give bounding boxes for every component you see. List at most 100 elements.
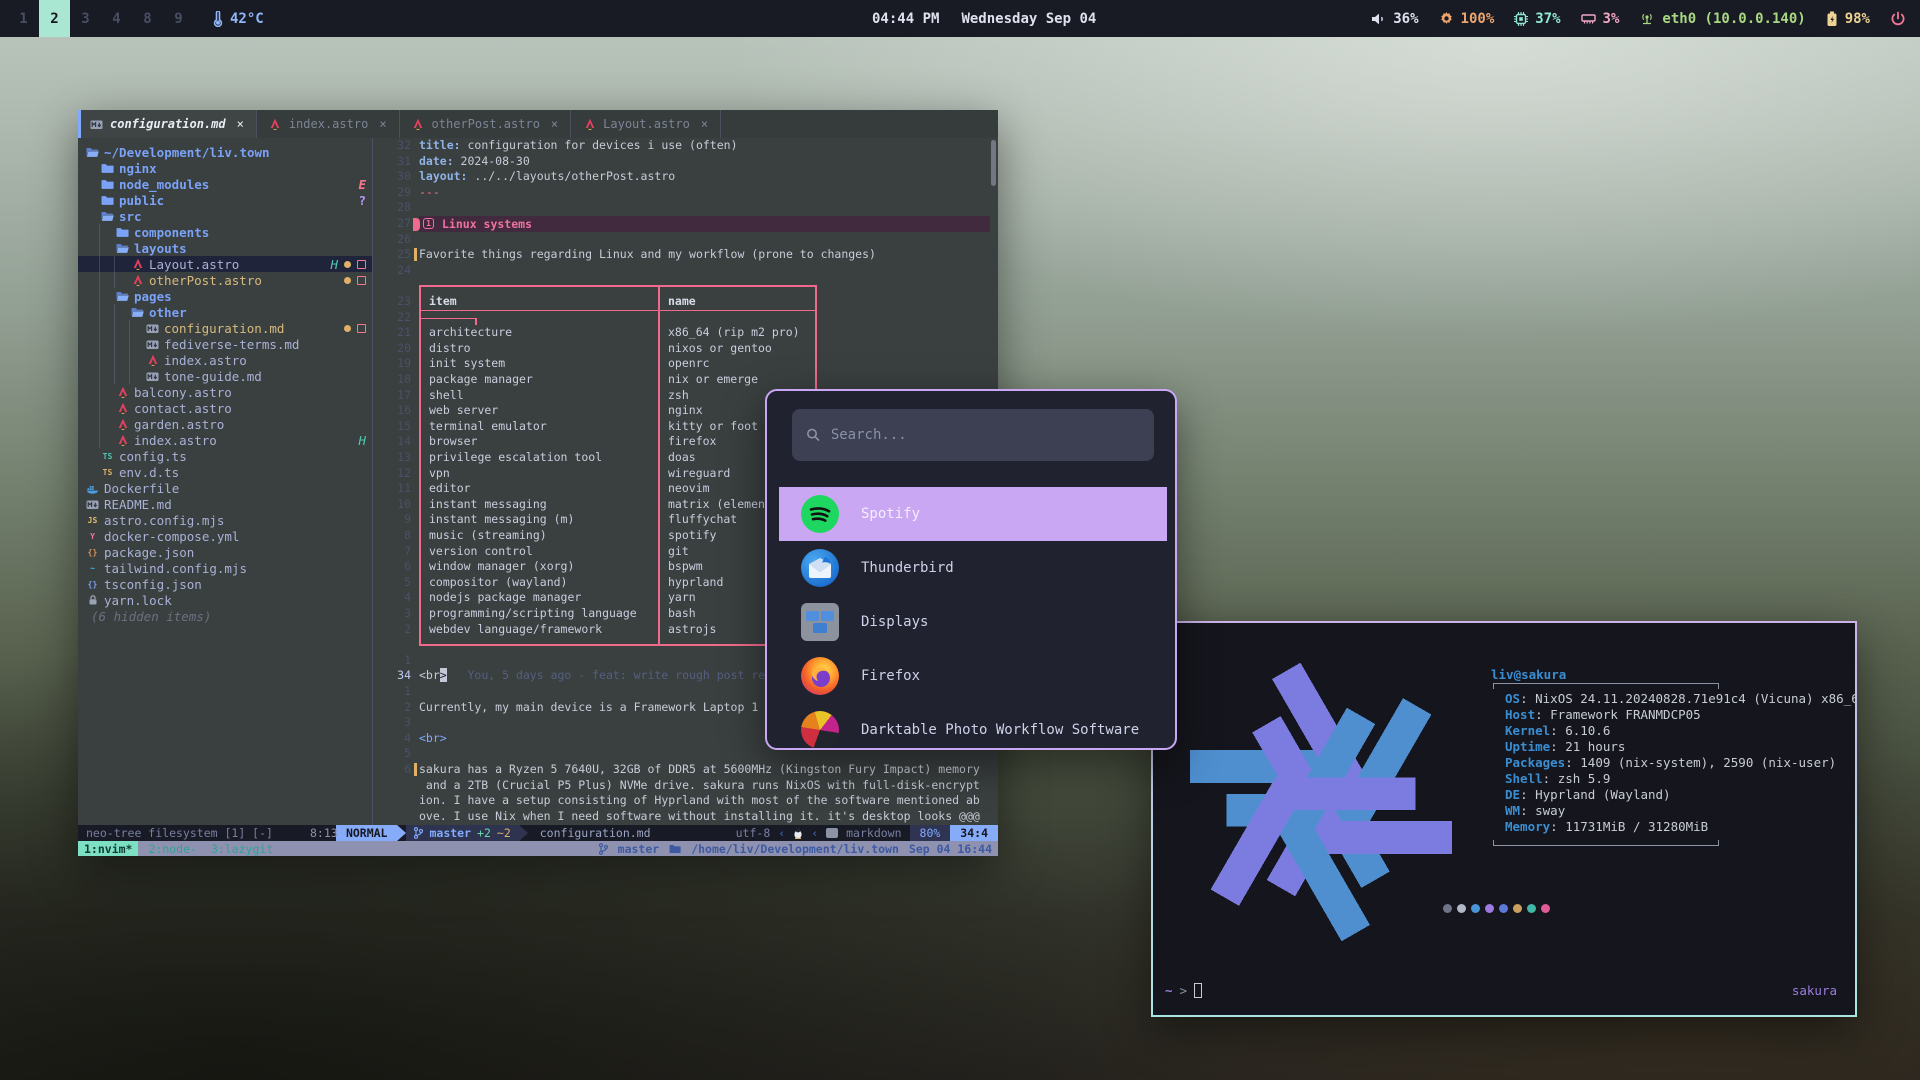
unstaged-square-icon bbox=[357, 276, 366, 285]
buffer-line[interactable]: ove. I use Nix when I need software with… bbox=[373, 809, 998, 825]
brightness-module[interactable]: 100% bbox=[1439, 11, 1495, 27]
line-number: 5 bbox=[373, 746, 411, 760]
line-number: 13 bbox=[373, 450, 411, 464]
buffer-line[interactable]: 271Linux systems bbox=[373, 216, 998, 232]
buffer-line[interactable]: 28 bbox=[373, 200, 998, 216]
editor-tab-Layout.astro[interactable]: Layout.astro× bbox=[571, 110, 721, 138]
tree-item-Layout.astro[interactable]: Layout.astroH bbox=[78, 256, 372, 272]
markdown-h1-heading: 1Linux systems bbox=[419, 216, 990, 232]
tree-item-docker-compose.yml[interactable]: Ydocker-compose.yml bbox=[78, 528, 372, 544]
neo-tree-panel[interactable]: ~/Development/liv.townnginxnode_modulesE… bbox=[78, 138, 372, 825]
tab-close-button[interactable]: × bbox=[379, 117, 386, 131]
buffer-line[interactable]: 21architecturex86_64 (rip m2 pro) bbox=[373, 325, 998, 341]
tree-item-other[interactable]: other bbox=[78, 304, 372, 320]
buffer-line[interactable]: 19init systemopenrc bbox=[373, 356, 998, 372]
tmux-window-3[interactable]: 3:lazygit bbox=[211, 842, 273, 856]
network-module[interactable]: eth0 (10.0.0.140) bbox=[1639, 11, 1805, 27]
buffer-line[interactable]: 18package managernix or emerge bbox=[373, 372, 998, 388]
editor-tab-otherPost.astro[interactable]: otherPost.astro× bbox=[400, 110, 572, 138]
tree-item-package.json[interactable]: {}package.json bbox=[78, 544, 372, 560]
memory-module[interactable]: 3% bbox=[1581, 11, 1620, 27]
tree-item-index.astro[interactable]: index.astroH bbox=[78, 432, 372, 448]
shell-prompt[interactable]: ~ > bbox=[1165, 983, 1202, 998]
tree-item-nginx[interactable]: nginx bbox=[78, 160, 372, 176]
tree-item-tailwind.config.mjs[interactable]: ~tailwind.config.mjs bbox=[78, 560, 372, 576]
buffer-line[interactable]: ion. I have a setup consisting of Hyprla… bbox=[373, 793, 998, 809]
clock-module[interactable]: 04:44 PM Wednesday Sep 04 bbox=[872, 0, 1096, 37]
search-input[interactable] bbox=[831, 427, 1140, 443]
workspace-button-8[interactable]: 8 bbox=[132, 0, 163, 37]
tree-item-Dockerfile[interactable]: Dockerfile bbox=[78, 480, 372, 496]
markdown-icon bbox=[146, 338, 159, 351]
launcher-search[interactable] bbox=[792, 409, 1154, 461]
line-number: 4 bbox=[373, 731, 411, 745]
table-cell-name: yarn bbox=[668, 590, 696, 606]
volume-module[interactable]: 36% bbox=[1371, 11, 1418, 27]
launcher-item-spotify[interactable]: Spotify bbox=[779, 487, 1167, 541]
tree-item-fediverse-terms.md[interactable]: fediverse-terms.md bbox=[78, 336, 372, 352]
unstaged-square-icon bbox=[357, 324, 366, 333]
astro-icon bbox=[269, 118, 282, 131]
tree-item-balcony.astro[interactable]: balcony.astro bbox=[78, 384, 372, 400]
tmux-window-2[interactable]: 2:node- bbox=[148, 842, 196, 856]
tree-item-env.d.ts[interactable]: TSenv.d.ts bbox=[78, 464, 372, 480]
buffer-line[interactable]: 6sakura has a Ryzen 5 7640U, 32GB of DDR… bbox=[373, 762, 998, 778]
system-info-line: OS: NixOS 24.11.20240828.71e91c4 (Vicuna… bbox=[1491, 691, 1857, 707]
workspace-button-2[interactable]: 2 bbox=[39, 0, 70, 37]
buffer-line[interactable]: 32title: configuration for devices i use… bbox=[373, 138, 998, 154]
tab-close-button[interactable]: × bbox=[237, 117, 244, 131]
buffer-line[interactable]: 31date: 2024-08-30 bbox=[373, 154, 998, 170]
tree-item-contact.astro[interactable]: contact.astro bbox=[78, 400, 372, 416]
tree-item-configuration.md[interactable]: configuration.md bbox=[78, 320, 372, 336]
tree-item-components[interactable]: components bbox=[78, 224, 372, 240]
workspace-button-1[interactable]: 1 bbox=[8, 0, 39, 37]
buffer-line[interactable]: 23itemname bbox=[373, 294, 998, 310]
tree-item-layouts[interactable]: layouts bbox=[78, 240, 372, 256]
tmux-window-active[interactable]: 1:nvim* bbox=[78, 841, 138, 856]
buffer-line[interactable]: 25Favorite things regarding Linux and my… bbox=[373, 247, 998, 263]
tree-item-garden.astro[interactable]: garden.astro bbox=[78, 416, 372, 432]
editor-tab-index.astro[interactable]: index.astro× bbox=[257, 110, 400, 138]
tree-item-README.md[interactable]: README.md bbox=[78, 496, 372, 512]
cpu-module[interactable]: 37% bbox=[1514, 11, 1560, 27]
tree-item-astro.config.mjs[interactable]: JSastro.config.mjs bbox=[78, 512, 372, 528]
workspace-button-3[interactable]: 3 bbox=[70, 0, 101, 37]
buffer-line[interactable] bbox=[373, 278, 998, 294]
table-cell-item: architecture bbox=[429, 325, 512, 341]
line-number: 7 bbox=[373, 544, 411, 558]
tree-item-src[interactable]: src bbox=[78, 208, 372, 224]
workspace-button-4[interactable]: 4 bbox=[101, 0, 132, 37]
tree-item-node-modules[interactable]: node_modulesE bbox=[78, 176, 372, 192]
tree-item-yarn.lock[interactable]: yarn.lock bbox=[78, 592, 372, 608]
launcher-item-firefox[interactable]: Firefox bbox=[779, 649, 1167, 703]
buffer-line[interactable]: 24 bbox=[373, 263, 998, 279]
tree-item-label: other bbox=[149, 305, 187, 320]
table-cell-item: instant messaging (m) bbox=[429, 512, 574, 528]
buffer-line[interactable]: 26 bbox=[373, 232, 998, 248]
temperature-module[interactable]: 42°C bbox=[212, 11, 264, 27]
launcher-item-darktable[interactable]: Darktable Photo Workflow Software bbox=[779, 703, 1167, 750]
tab-close-button[interactable]: × bbox=[551, 117, 558, 131]
tree-item-tone-guide.md[interactable]: tone-guide.md bbox=[78, 368, 372, 384]
tree-item-tsconfig.json[interactable]: {}tsconfig.json bbox=[78, 576, 372, 592]
buffer-line[interactable]: 22 bbox=[373, 310, 998, 326]
tree-item-otherPost.astro[interactable]: otherPost.astro bbox=[78, 272, 372, 288]
launcher-item-thunderbird[interactable]: Thunderbird bbox=[779, 541, 1167, 595]
buffer-line[interactable]: 20distronixos or gentoo bbox=[373, 341, 998, 357]
buffer-line[interactable]: 29--- bbox=[373, 185, 998, 201]
launcher-item-displays[interactable]: Displays bbox=[779, 595, 1167, 649]
tree-item--6-hidden-items-[interactable]: (6 hidden items) bbox=[78, 608, 372, 624]
tab-close-button[interactable]: × bbox=[701, 117, 708, 131]
battery-module[interactable]: 98% bbox=[1826, 11, 1870, 27]
buffer-line[interactable]: 30layout: ../../layouts/otherPost.astro bbox=[373, 169, 998, 185]
workspace-button-9[interactable]: 9 bbox=[163, 0, 194, 37]
buffer-line[interactable]: and a 2TB (Crucial P5 Plus) NVMe drive. … bbox=[373, 778, 998, 794]
tree-item-index.astro[interactable]: index.astro bbox=[78, 352, 372, 368]
power-button[interactable] bbox=[1890, 11, 1906, 27]
editor-tab-configuration.md[interactable]: configuration.md× bbox=[78, 110, 257, 138]
tree-item-public[interactable]: public? bbox=[78, 192, 372, 208]
tree-item-config.ts[interactable]: TSconfig.ts bbox=[78, 448, 372, 464]
tree-item-pages[interactable]: pages bbox=[78, 288, 372, 304]
tree-item---Development-liv.town[interactable]: ~/Development/liv.town bbox=[78, 144, 372, 160]
tree-item-label: README.md bbox=[104, 497, 172, 512]
